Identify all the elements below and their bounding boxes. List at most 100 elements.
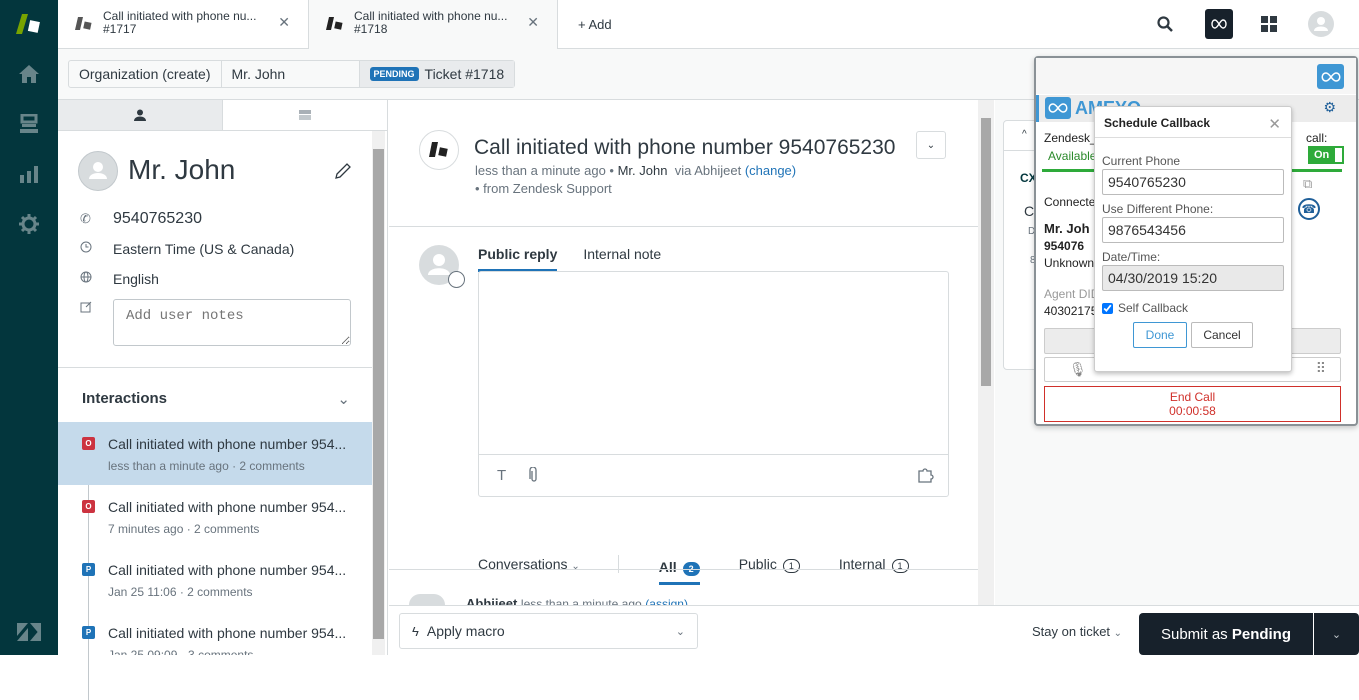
product-nav [0,0,58,655]
count-badge: 1 [782,558,800,573]
self-callback-checkbox[interactable] [1102,302,1113,314]
ticket-footer: ϟ Apply macro ⌄ Stay on ticket ⌄ Submit … [389,605,1359,655]
user-phone[interactable]: 9540765230 [113,210,202,228]
ticket-requester[interactable]: Mr. John [618,163,668,178]
interaction-item[interactable]: P Call initiated with phone number 954..… [58,611,372,655]
tab-id: #1717 [103,22,137,36]
lightning-icon: ϟ [412,623,419,639]
ameyo-infinity-icon[interactable] [1317,64,1344,89]
interactions-title: Interactions [82,390,168,407]
interaction-item[interactable]: O Call initiated with phone number 954..… [58,485,372,548]
ticket-options-button[interactable]: ⌄ [916,131,946,159]
agent-did-label: Agent DID [1044,287,1100,301]
breadcrumb-ticket[interactable]: PENDING Ticket #1718 [359,61,515,87]
dialog-title: Schedule Callback [1104,116,1211,130]
edit-pencil-icon[interactable] [334,162,352,183]
main-scrollbar[interactable] [978,100,994,605]
text-format-icon[interactable]: T [497,467,506,484]
user-notes-input[interactable] [113,299,351,346]
schedule-callback-dialog: Schedule Callback ✕ Current Phone Use Dif… [1094,106,1292,372]
ticket-channel-icon [74,16,94,35]
tab-internal-note[interactable]: Internal note [583,246,661,272]
inbox-icon[interactable] [17,112,41,136]
note-icon [80,301,96,316]
attachment-icon[interactable] [529,466,539,486]
apps-grid-icon[interactable] [1255,9,1283,39]
bar-chart-icon[interactable] [17,162,41,186]
settings-gear-icon[interactable]: ⚙ [1323,99,1336,116]
dialpad-icon[interactable]: ⠿ [1316,360,1326,377]
end-call-button[interactable]: End Call 00:00:58 [1044,386,1341,422]
ticket-main: Call initiated with phone number 9540765… [389,100,994,605]
user-avatar-icon[interactable] [1307,9,1335,39]
apply-macro-select[interactable]: ϟ Apply macro ⌄ [399,613,698,649]
stay-label: Stay on ticket [1032,624,1111,639]
agent-avatar [419,245,465,288]
ticket-source: • from Zendesk Support [475,181,612,196]
close-icon[interactable]: ✕ [1268,115,1281,133]
gear-icon[interactable] [17,212,41,236]
ticket-tab-1718[interactable]: Call initiated with phone nu... #1718 ✕ [308,0,558,50]
reply-editor[interactable]: T [478,271,949,497]
ticket-title[interactable]: Call initiated with phone number 9540765… [474,136,895,160]
tab-organization[interactable] [223,100,387,130]
user-language[interactable]: English [113,271,159,287]
notes-row [80,301,96,316]
interaction-title: Call initiated with phone number 954... [108,625,347,641]
breadcrumb-user[interactable]: Mr. John [221,61,360,87]
ameyo-campaign: Zendesk_ [1044,131,1097,145]
interaction-item[interactable]: P Call initiated with phone number 954..… [58,548,372,611]
interactions-header[interactable]: Interactions ⌄ [58,367,372,429]
assign-link[interactable]: (assign) [645,597,688,605]
comment-author[interactable]: Abhijeet [466,596,517,605]
chevron-down-icon[interactable]: ⌄ [337,390,350,408]
home-icon[interactable] [17,62,41,86]
close-tab-icon[interactable]: ✕ [278,15,290,29]
tab-user[interactable] [58,100,223,130]
agent-status[interactable]: Available [1048,149,1096,163]
different-phone-input[interactable] [1102,217,1284,243]
globe-icon [80,271,96,286]
left-scrollbar[interactable] [372,131,385,655]
tab-label: All [658,559,677,575]
user-timezone[interactable]: Eastern Time (US & Canada) [113,241,294,257]
apps-puzzle-icon[interactable] [918,467,934,486]
caller-number: 954076 [1044,239,1085,253]
phone-handset-icon[interactable]: ☎ [1298,198,1320,220]
done-button[interactable]: Done [1133,322,1187,348]
search-icon[interactable] [1151,9,1179,39]
datetime-input[interactable] [1102,265,1284,291]
zendesk-footer-logo-icon [17,620,41,644]
avatar [78,151,118,191]
add-tab-button[interactable]: + Add [578,17,612,32]
end-call-label: End Call [1169,390,1216,404]
ticket-tab-1717[interactable]: Call initiated with phone nu... #1717 ✕ [58,0,308,49]
breadcrumb-organization[interactable]: Organization (create) [69,61,222,87]
count-badge: 1 [891,558,909,573]
cancel-button[interactable]: Cancel [1191,322,1253,348]
microphone-icon[interactable]: 🎙︎ [1069,361,1087,378]
breadcrumb-ticket-label: Ticket #1718 [424,66,505,82]
chevron-down-icon: ⌄ [675,625,685,638]
user-phone-row: ✆ 9540765230 [80,210,202,227]
tab-public-reply[interactable]: Public reply [478,246,558,272]
interaction-item[interactable]: O Call initiated with phone number 954..… [58,422,372,485]
zendesk-logo-icon[interactable] [16,12,42,36]
submit-button[interactable]: Submit as Pending ⌄ [1139,613,1359,655]
toggle-label: On [1314,149,1330,161]
ameyo-app-icon[interactable] [1205,9,1233,39]
stay-on-ticket-select[interactable]: Stay on ticket ⌄ [1032,624,1122,639]
submit-prefix: Submit as [1160,625,1228,643]
user-timezone-row: Eastern Time (US & Canada) [80,241,294,257]
submit-options-chevron-icon[interactable]: ⌄ [1314,613,1359,655]
interaction-meta: 7 minutes ago · 2 comments [108,522,260,536]
close-tab-icon[interactable]: ✕ [527,15,539,29]
external-link-icon[interactable]: ⧉ [1303,176,1312,192]
current-phone-input[interactable] [1102,169,1284,195]
auto-call-toggle[interactable]: On [1308,146,1344,164]
caller-location: Unknown [1044,256,1095,270]
ticket-time: less than a minute ago [475,163,606,178]
change-link[interactable]: (change) [745,163,796,178]
breadcrumb: Organization (create) Mr. John PENDING T… [68,60,516,88]
apply-macro-label: Apply macro [426,623,505,639]
